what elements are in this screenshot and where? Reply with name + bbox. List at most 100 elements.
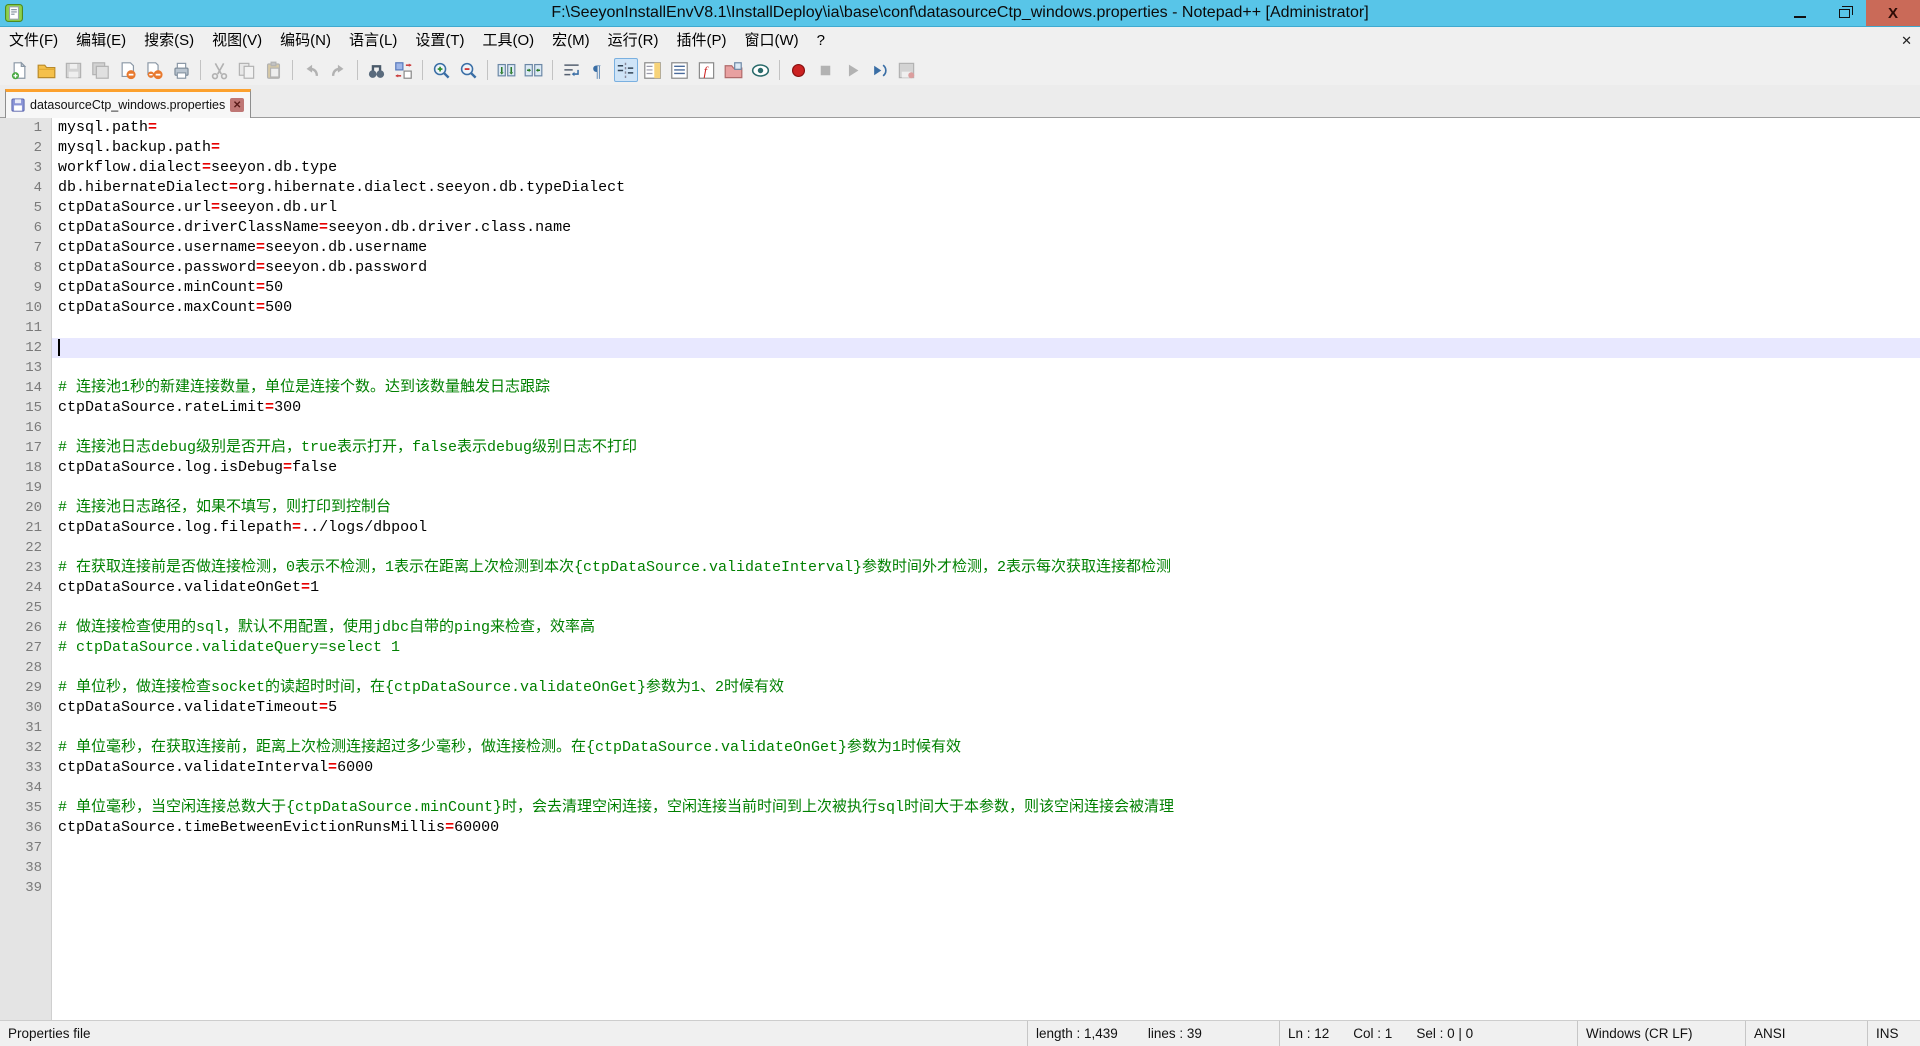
doc-map-button[interactable]: [641, 58, 665, 82]
monitoring-icon: [751, 61, 770, 80]
code-line-39: [52, 878, 1920, 898]
toolbar-separator: [200, 60, 201, 80]
menu-item-language[interactable]: 语言(L): [340, 27, 406, 55]
print-button[interactable]: [170, 58, 194, 82]
folder-as-workspace-button[interactable]: [722, 58, 746, 82]
menu-item-search[interactable]: 搜索(S): [135, 27, 203, 55]
line-number: 8: [0, 258, 51, 278]
menu-item-run[interactable]: 运行(R): [599, 27, 668, 55]
run-macro-multiple-button[interactable]: [868, 58, 892, 82]
close-button[interactable]: [116, 58, 140, 82]
playback-macro-icon: [843, 61, 862, 80]
copy-button[interactable]: [235, 58, 259, 82]
print-icon: [172, 61, 191, 80]
code-line-26: # 做连接检查使用的sql，默认不用配置，使用jdbc自带的ping来检查，效率…: [52, 618, 1920, 638]
restore-button[interactable]: [1822, 0, 1866, 26]
sync-horizontal-button[interactable]: [522, 58, 546, 82]
redo-icon: [329, 61, 348, 80]
open-folder-button[interactable]: [35, 58, 59, 82]
menu-item-edit[interactable]: 编辑(E): [67, 27, 135, 55]
line-number: 1: [0, 118, 51, 138]
record-macro-button[interactable]: [787, 58, 811, 82]
line-number-gutter[interactable]: 1234567891011121314151617181920212223242…: [0, 118, 52, 1020]
code-line-8: ctpDataSource.password=seeyon.db.passwor…: [52, 258, 1920, 278]
playback-macro-button[interactable]: [841, 58, 865, 82]
code-line-21: ctpDataSource.log.filepath=../logs/dbpoo…: [52, 518, 1920, 538]
new-file-button[interactable]: [8, 58, 32, 82]
line-number: 13: [0, 358, 51, 378]
save-all-button[interactable]: [89, 58, 113, 82]
zoom-out-button[interactable]: [457, 58, 481, 82]
code-line-22: [52, 538, 1920, 558]
menu-item-plugins[interactable]: 插件(P): [667, 27, 735, 55]
code-line-1: mysql.path=: [52, 118, 1920, 138]
sync-horizontal-icon: [524, 61, 543, 80]
line-number: 25: [0, 598, 51, 618]
close-all-button[interactable]: [143, 58, 167, 82]
tab-close-icon[interactable]: ✕: [230, 98, 244, 112]
function-list-icon: f: [697, 61, 716, 80]
line-number: 33: [0, 758, 51, 778]
minimize-button[interactable]: [1778, 0, 1822, 26]
menu-item-file[interactable]: 文件(F): [0, 27, 67, 55]
saved-floppy-icon: [11, 98, 25, 112]
line-number: 15: [0, 398, 51, 418]
statusbar: Properties file length : 1,439 lines : 3…: [0, 1020, 1920, 1046]
menu-item-tools[interactable]: 工具(O): [473, 27, 543, 55]
tab-datasourcectp-windows-properties[interactable]: datasourceCtp_windows.properties ✕: [5, 89, 251, 118]
word-wrap-button[interactable]: [560, 58, 584, 82]
save-button[interactable]: [62, 58, 86, 82]
code-line-6: ctpDataSource.driverClassName=seeyon.db.…: [52, 218, 1920, 238]
paste-button[interactable]: [262, 58, 286, 82]
code-line-15: ctpDataSource.rateLimit=300: [52, 398, 1920, 418]
sync-vertical-button[interactable]: [495, 58, 519, 82]
code-line-11: [52, 318, 1920, 338]
save-macro-button[interactable]: [895, 58, 919, 82]
menu-item-help[interactable]: ?: [808, 27, 834, 55]
menu-item-encoding[interactable]: 编码(N): [271, 27, 340, 55]
line-number: 14: [0, 378, 51, 398]
editor[interactable]: 1234567891011121314151617181920212223242…: [0, 118, 1920, 1020]
find-icon: [367, 61, 386, 80]
close-button[interactable]: X: [1866, 0, 1920, 26]
zoom-out-icon: [459, 61, 478, 80]
line-number: 26: [0, 618, 51, 638]
function-list-button[interactable]: f: [695, 58, 719, 82]
status-length-lines: length : 1,439 lines : 39: [1028, 1021, 1280, 1046]
find-button[interactable]: [365, 58, 389, 82]
toolbar: ¶f: [0, 55, 1920, 85]
code-line-14: # 连接池1秒的新建连接数量，单位是连接个数。达到该数量触发日志跟踪: [52, 378, 1920, 398]
code-line-23: # 在获取连接前是否做连接检测，0表示不检测，1表示在距离上次检测到本次{ctp…: [52, 558, 1920, 578]
replace-button[interactable]: [392, 58, 416, 82]
line-number: 37: [0, 838, 51, 858]
menubar-close-icon[interactable]: ✕: [1901, 33, 1912, 49]
menu-item-macro[interactable]: 宏(M): [543, 27, 599, 55]
menu-item-settings[interactable]: 设置(T): [406, 27, 473, 55]
show-all-characters-button[interactable]: ¶: [587, 58, 611, 82]
indent-guide-button[interactable]: [614, 58, 638, 82]
code-line-28: [52, 658, 1920, 678]
status-cursor-position: Ln : 12 Col : 1 Sel : 0 | 0: [1280, 1021, 1578, 1046]
window-title: F:\SeeyonInstallEnvV8.1\InstallDeploy\ia…: [0, 4, 1920, 22]
undo-button[interactable]: [300, 58, 324, 82]
line-number: 22: [0, 538, 51, 558]
document-list-button[interactable]: [668, 58, 692, 82]
cut-button[interactable]: [208, 58, 232, 82]
line-number: 21: [0, 518, 51, 538]
status-insert-mode[interactable]: INS: [1868, 1021, 1920, 1046]
code-line-16: [52, 418, 1920, 438]
code-area[interactable]: mysql.path=mysql.backup.path=workflow.di…: [52, 118, 1920, 1020]
code-line-9: ctpDataSource.minCount=50: [52, 278, 1920, 298]
monitoring-button[interactable]: [749, 58, 773, 82]
redo-button[interactable]: [327, 58, 351, 82]
code-line-30: ctpDataSource.validateTimeout=5: [52, 698, 1920, 718]
zoom-in-button[interactable]: [430, 58, 454, 82]
line-number: 19: [0, 478, 51, 498]
line-number: 23: [0, 558, 51, 578]
menu-item-window[interactable]: 窗口(W): [735, 27, 807, 55]
toolbar-separator: [552, 60, 553, 80]
menu-item-view[interactable]: 视图(V): [203, 27, 271, 55]
stop-macro-icon: [816, 61, 835, 80]
line-number: 30: [0, 698, 51, 718]
stop-macro-button[interactable]: [814, 58, 838, 82]
